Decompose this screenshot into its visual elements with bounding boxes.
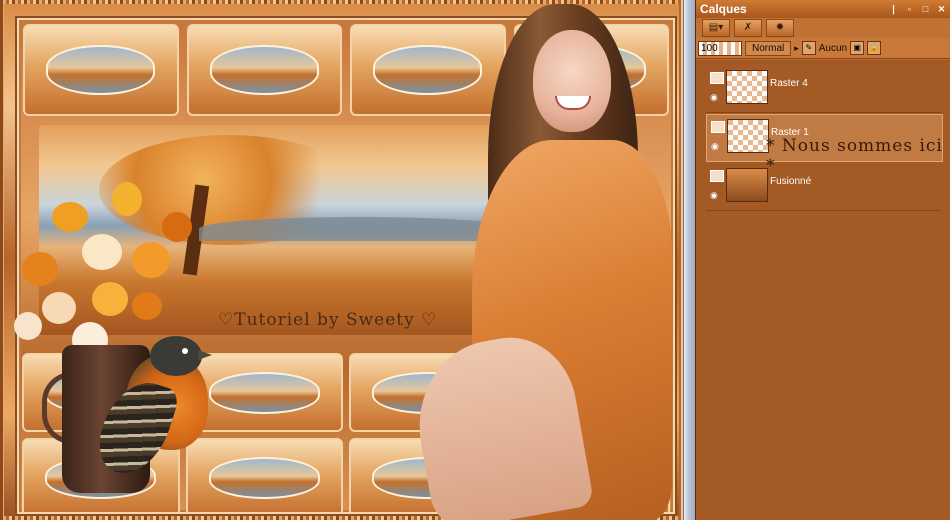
blend-mode-select[interactable]: Normal	[745, 40, 792, 56]
layer-thumbnail	[726, 70, 768, 104]
flower	[14, 312, 42, 340]
tile-window	[208, 371, 320, 414]
flower	[132, 242, 170, 278]
maximize-icon[interactable]: □	[919, 3, 932, 16]
tile-window	[208, 456, 320, 499]
bird-eye	[182, 348, 188, 354]
layer-visibility-toggle[interactable]	[710, 72, 724, 84]
layer-row[interactable]: ◉ Raster 4	[706, 66, 941, 113]
image-canvas[interactable]: ♡Tutoriel by Sweety ♡	[0, 0, 683, 520]
layers-palette: Calques ❘ ▫ □ ✕ ▤▾ ✗ ✹ 100 Normal ▸ ✎ Au…	[695, 0, 950, 520]
bird-wing	[90, 372, 182, 484]
brush-icon[interactable]: ✎	[801, 41, 816, 55]
layer-name: Fusionné	[770, 176, 812, 187]
annotation-text: * Nous sommes ici *	[766, 136, 943, 176]
pin-icon[interactable]: ❘	[887, 3, 900, 16]
decor-tile	[186, 24, 342, 116]
palette-toolbar: ▤▾ ✗ ✹	[696, 18, 950, 38]
eye-icon[interactable]: ◉	[710, 190, 718, 201]
blend-arrow-icon[interactable]: ▸	[794, 43, 799, 54]
woman-figure	[400, 0, 683, 520]
decor-tile	[23, 24, 179, 116]
flower	[42, 292, 76, 324]
layers-list: ◉ Raster 4 ◉ Raster 1 ◉ Fusionné * Nous …	[696, 60, 950, 520]
eye-icon[interactable]: ◉	[710, 92, 718, 103]
new-layer-button[interactable]: ▤▾	[702, 19, 730, 37]
lock-mode-label[interactable]: Aucun	[819, 43, 847, 54]
flower	[22, 252, 58, 286]
flower	[162, 212, 192, 242]
flower	[112, 182, 142, 216]
flower	[132, 292, 162, 320]
eye-icon[interactable]: ◉	[711, 141, 719, 152]
flower	[82, 234, 122, 270]
palette-titlebar[interactable]: Calques ❘ ▫ □ ✕	[696, 0, 950, 18]
palette-title: Calques	[700, 2, 747, 16]
lock-icon[interactable]: 🔓	[867, 41, 882, 55]
flower	[52, 202, 88, 232]
mask-icon[interactable]: ▣	[850, 41, 865, 55]
layer-name: Raster 4	[770, 78, 808, 89]
close-icon[interactable]: ✕	[935, 3, 948, 16]
layer-options-bar: 100 Normal ▸ ✎ Aucun ▣ 🔓	[696, 38, 950, 59]
tile-window	[46, 45, 156, 95]
minimize-icon[interactable]: ▫	[903, 3, 916, 16]
effects-button[interactable]: ✹	[766, 19, 794, 37]
layer-thumbnail	[726, 168, 768, 202]
flower	[92, 282, 128, 316]
layer-thumbnail	[727, 119, 769, 153]
layer-visibility-toggle[interactable]	[711, 121, 725, 133]
bird-head	[150, 336, 202, 376]
robin-bird	[90, 336, 220, 496]
delete-layer-button[interactable]: ✗	[734, 19, 762, 37]
woman-face	[533, 30, 611, 132]
layer-visibility-toggle[interactable]	[710, 170, 724, 182]
opacity-field[interactable]: 100	[698, 40, 742, 56]
bird-beak	[198, 350, 212, 360]
tile-window	[209, 45, 319, 95]
